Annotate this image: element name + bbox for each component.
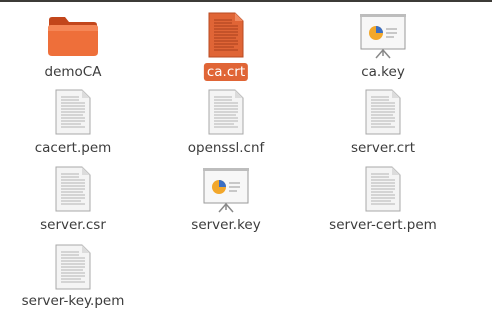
file-name-label: demoCA — [44, 64, 102, 80]
text-file-icon — [208, 12, 244, 58]
file-name-label: openssl.cnf — [187, 140, 265, 156]
file-item-server-key[interactable]: server.key — [166, 166, 286, 246]
text-file-icon — [365, 89, 401, 135]
file-name-label: server.crt — [350, 140, 416, 156]
file-item-server-cert-pem[interactable]: server-cert.pem — [323, 166, 443, 246]
file-name-label: server-cert.pem — [329, 217, 437, 233]
file-name-label: ca.crt — [203, 63, 249, 81]
file-item-openssl-cnf[interactable]: openssl.cnf — [166, 89, 286, 169]
file-item-democa[interactable]: demoCA — [13, 12, 133, 92]
text-file-icon — [55, 89, 91, 135]
file-name-label: server.key — [191, 217, 261, 233]
file-item-ca-crt[interactable]: ca.crt — [166, 12, 286, 92]
file-item-server-crt[interactable]: server.crt — [323, 89, 443, 169]
text-file-icon — [365, 166, 401, 212]
file-icon-grid: demoCA ca.crt ca.key cacert.pem openssl.… — [0, 0, 492, 328]
file-item-server-key-pem[interactable]: server-key.pem — [13, 244, 133, 324]
text-file-icon — [55, 166, 91, 212]
file-name-label: ca.key — [361, 64, 405, 80]
file-item-cacert-pem[interactable]: cacert.pem — [13, 89, 133, 169]
folder-icon — [48, 17, 98, 56]
file-item-ca-key[interactable]: ca.key — [323, 12, 443, 92]
file-name-label: server.csr — [40, 217, 106, 233]
text-file-icon — [55, 244, 91, 290]
file-name-label: cacert.pem — [34, 140, 112, 156]
presentation-file-icon — [203, 168, 249, 213]
file-name-label: server-key.pem — [21, 293, 125, 309]
file-item-server-csr[interactable]: server.csr — [13, 166, 133, 246]
presentation-file-icon — [360, 14, 406, 59]
text-file-icon — [208, 89, 244, 135]
